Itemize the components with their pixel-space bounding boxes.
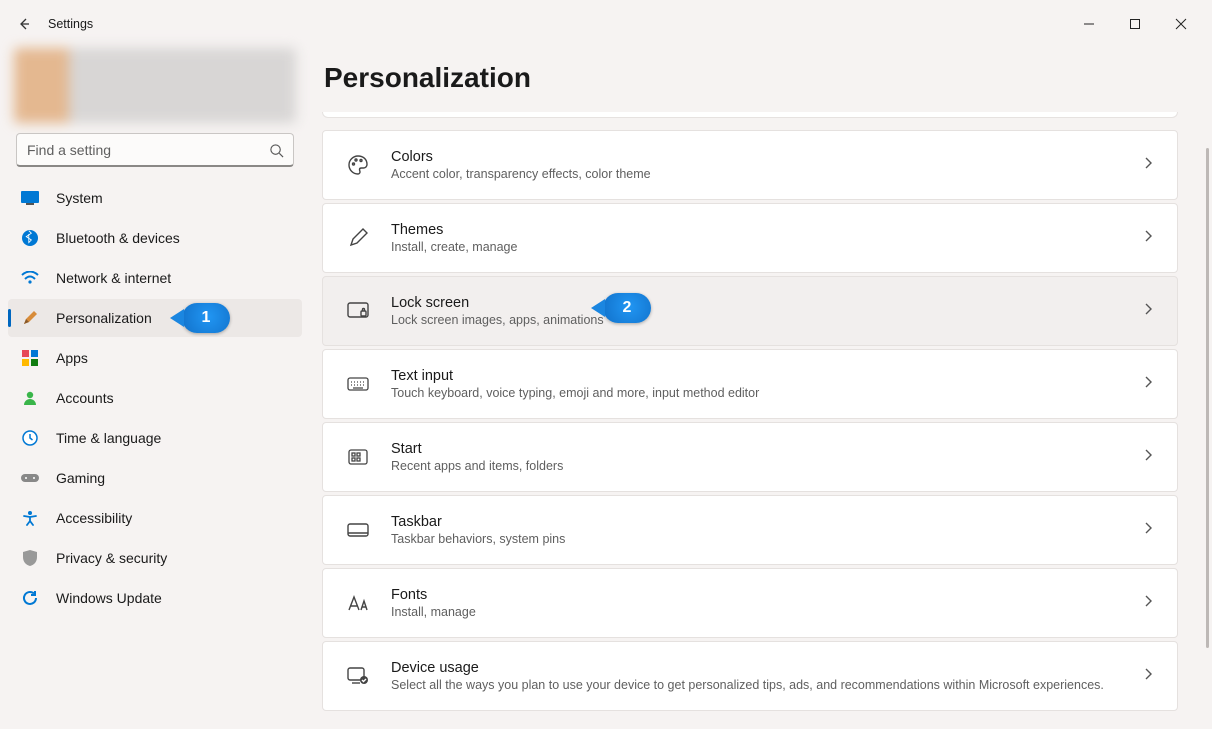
chevron-right-icon: [1141, 302, 1155, 321]
annotation-callout-2: 2: [603, 293, 651, 323]
card-title: Text input: [391, 368, 1141, 384]
maximize-icon: [1129, 18, 1141, 30]
pen-icon: [345, 225, 371, 251]
sidebar-item-personalization[interactable]: Personalization 1: [8, 299, 302, 337]
minimize-button[interactable]: [1066, 8, 1112, 40]
card-subtitle: Touch keyboard, voice typing, emoji and …: [391, 386, 1141, 400]
sidebar-item-privacy[interactable]: Privacy & security: [8, 539, 302, 577]
paintbrush-icon: [20, 308, 40, 328]
sidebar-item-update[interactable]: Windows Update: [8, 579, 302, 617]
main-content: Personalization Colors Accent color, tra…: [310, 48, 1212, 729]
keyboard-icon: [345, 371, 371, 397]
card-subtitle: Select all the ways you plan to use your…: [391, 678, 1141, 692]
shield-icon: [20, 548, 40, 568]
chevron-right-icon: [1141, 594, 1155, 613]
card-subtitle: Taskbar behaviors, system pins: [391, 532, 1141, 546]
search-input[interactable]: [16, 133, 294, 167]
window-title: Settings: [48, 17, 93, 31]
sidebar-item-label: Gaming: [56, 470, 105, 486]
sidebar-item-label: Accessibility: [56, 510, 132, 526]
person-icon: [20, 388, 40, 408]
sidebar-item-network[interactable]: Network & internet: [8, 259, 302, 297]
sidebar-item-gaming[interactable]: Gaming: [8, 459, 302, 497]
card-title: Start: [391, 441, 1141, 457]
card-title: Lock screen: [391, 295, 1141, 311]
system-icon: [20, 188, 40, 208]
apps-icon: [20, 348, 40, 368]
card-textinput[interactable]: Text input Touch keyboard, voice typing,…: [322, 349, 1178, 419]
card-fonts[interactable]: Fonts Install, manage: [322, 568, 1178, 638]
card-title: Taskbar: [391, 514, 1141, 530]
start-icon: [345, 444, 371, 470]
card-start[interactable]: Start Recent apps and items, folders: [322, 422, 1178, 492]
chevron-right-icon: [1141, 448, 1155, 467]
clock-icon: [20, 428, 40, 448]
sidebar-item-label: Windows Update: [56, 590, 162, 606]
annotation-callout-1: 1: [182, 303, 230, 333]
chevron-right-icon: [1141, 375, 1155, 394]
bluetooth-icon: [20, 228, 40, 248]
sidebar-item-label: Accounts: [56, 390, 114, 406]
sidebar-item-label: System: [56, 190, 103, 206]
palette-icon: [345, 152, 371, 178]
scrollbar[interactable]: [1206, 148, 1209, 728]
sidebar-item-label: Personalization: [56, 310, 152, 326]
card-subtitle: Recent apps and items, folders: [391, 459, 1141, 473]
back-button[interactable]: [8, 8, 40, 40]
wifi-icon: [20, 268, 40, 288]
sidebar-item-bluetooth[interactable]: Bluetooth & devices: [8, 219, 302, 257]
sidebar-item-accounts[interactable]: Accounts: [8, 379, 302, 417]
sidebar-item-apps[interactable]: Apps: [8, 339, 302, 377]
minimize-icon: [1083, 18, 1095, 30]
arrow-left-icon: [16, 16, 32, 32]
chevron-right-icon: [1141, 521, 1155, 540]
previous-card-clip[interactable]: [322, 112, 1178, 118]
maximize-button[interactable]: [1112, 8, 1158, 40]
sidebar-item-accessibility[interactable]: Accessibility: [8, 499, 302, 537]
sidebar-item-label: Bluetooth & devices: [56, 230, 180, 246]
card-title: Colors: [391, 149, 1141, 165]
card-colors[interactable]: Colors Accent color, transparency effect…: [322, 130, 1178, 200]
scrollbar-thumb[interactable]: [1206, 148, 1209, 648]
sidebar-item-time[interactable]: Time & language: [8, 419, 302, 457]
close-button[interactable]: [1158, 8, 1204, 40]
sidebar-item-system[interactable]: System: [8, 179, 302, 217]
sidebar-item-label: Privacy & security: [56, 550, 167, 566]
search-button[interactable]: [264, 138, 288, 162]
card-themes[interactable]: Themes Install, create, manage: [322, 203, 1178, 273]
sidebar-item-label: Time & language: [56, 430, 161, 446]
card-subtitle: Lock screen images, apps, animations: [391, 313, 1141, 327]
card-lockscreen[interactable]: Lock screen Lock screen images, apps, an…: [322, 276, 1178, 346]
page-title: Personalization: [324, 62, 1184, 94]
card-subtitle: Accent color, transparency effects, colo…: [391, 167, 1141, 181]
sidebar: System Bluetooth & devices Network & int…: [0, 48, 310, 729]
search-icon: [269, 143, 284, 158]
update-icon: [20, 588, 40, 608]
chevron-right-icon: [1141, 229, 1155, 248]
taskbar-icon: [345, 517, 371, 543]
chevron-right-icon: [1141, 156, 1155, 175]
device-check-icon: [345, 663, 371, 689]
card-title: Fonts: [391, 587, 1141, 603]
card-title: Themes: [391, 222, 1141, 238]
user-profile-block[interactable]: [14, 48, 296, 123]
sidebar-item-label: Network & internet: [56, 270, 171, 286]
fonts-icon: [345, 590, 371, 616]
card-title: Device usage: [391, 660, 1141, 676]
sidebar-item-label: Apps: [56, 350, 88, 366]
card-taskbar[interactable]: Taskbar Taskbar behaviors, system pins: [322, 495, 1178, 565]
accessibility-icon: [20, 508, 40, 528]
gamepad-icon: [20, 468, 40, 488]
chevron-right-icon: [1141, 667, 1155, 686]
lock-screen-icon: [345, 298, 371, 324]
card-deviceusage[interactable]: Device usage Select all the ways you pla…: [322, 641, 1178, 711]
close-icon: [1175, 18, 1187, 30]
card-subtitle: Install, manage: [391, 605, 1141, 619]
card-subtitle: Install, create, manage: [391, 240, 1141, 254]
